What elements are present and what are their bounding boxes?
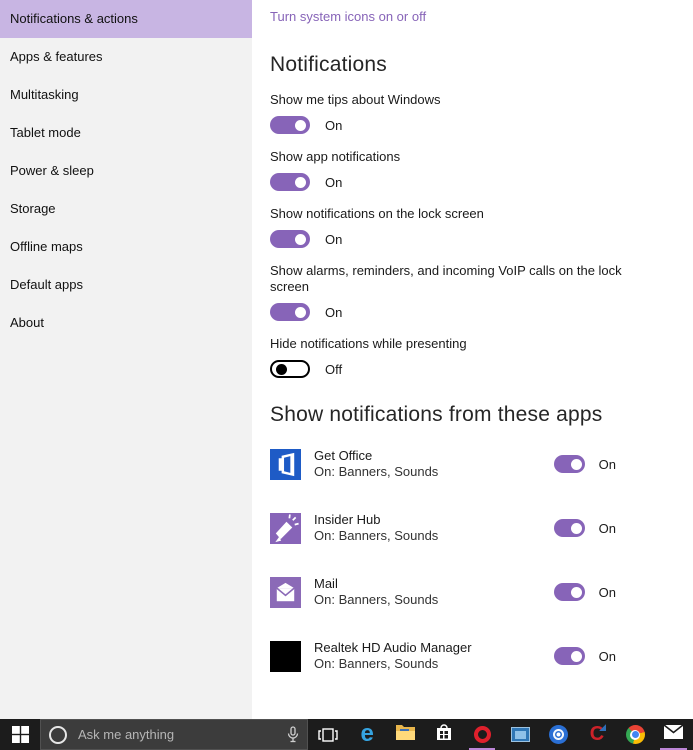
sidebar-item-notifications-actions[interactable]: Notifications & actions [0, 0, 252, 38]
taskbar-icon-store[interactable] [425, 719, 463, 750]
opera-icon [473, 726, 491, 743]
toggle-setting: Hide notifications while presenting Off [270, 336, 693, 378]
mail-taskbar-icon [663, 724, 684, 745]
toggle-label: Hide notifications while presenting [270, 336, 467, 351]
settings-sidebar: Notifications & actions Apps & features … [0, 0, 252, 719]
sidebar-item-label: Default apps [10, 277, 83, 292]
edge-icon: e [360, 720, 374, 747]
taskbar-icon-chrome[interactable] [616, 719, 654, 750]
app-toggle-state-label: On [598, 456, 616, 472]
sidebar-item-label: Tablet mode [10, 125, 81, 140]
task-view-button[interactable] [308, 719, 348, 750]
sidebar-item-apps-features[interactable]: Apps & features [0, 38, 252, 76]
sidebar-item-label: Offline maps [10, 239, 83, 254]
toggle-state-label: On [325, 117, 343, 133]
office-icon [270, 448, 301, 480]
app-detail: On: Banners, Sounds [314, 592, 439, 607]
sidebar-item-label: Apps & features [10, 49, 103, 64]
app-detail: On: Banners, Sounds [314, 528, 439, 543]
sidebar-item-tablet-mode[interactable]: Tablet mode [0, 114, 252, 152]
toggle-label: Show app notifications [270, 149, 401, 164]
store-icon [434, 722, 454, 747]
toggle-switch[interactable] [270, 360, 310, 378]
app-notification-row: Insider Hub On: Banners, Sounds On [270, 512, 693, 544]
toggle-label: Show me tips about Windows [270, 92, 441, 107]
sidebar-item-offline-maps[interactable]: Offline maps [0, 228, 252, 266]
toggle-state-label: On [325, 304, 343, 320]
taskbar-icon-mail[interactable] [654, 719, 692, 750]
sidebar-item-multitasking[interactable]: Multitasking [0, 76, 252, 114]
sidebar-item-label: Power & sleep [10, 163, 94, 178]
toggle-setting: Show app notifications On [270, 149, 693, 191]
app-toggle-switch[interactable] [553, 455, 585, 473]
sidebar-item-label: Storage [10, 201, 56, 216]
taskbar-icon-display-settings[interactable] [501, 719, 539, 750]
task-view-icon [318, 727, 338, 742]
toggle-state-label: On [325, 231, 343, 247]
megaphone-icon [270, 512, 301, 544]
ccleaner-icon: C [589, 723, 605, 745]
toggle-state-label: On [325, 174, 343, 190]
taskbar-icon-edge[interactable]: e [348, 719, 386, 750]
microphone-icon[interactable] [287, 726, 299, 743]
app-detail: On: Banners, Sounds [314, 464, 439, 479]
app-toggle-switch[interactable] [553, 583, 585, 601]
toggle-setting: Show notifications on the lock screen On [270, 206, 693, 248]
sidebar-item-label: Notifications & actions [10, 11, 138, 26]
toggle-switch[interactable] [270, 303, 310, 321]
taskbar-search[interactable] [40, 719, 308, 750]
sidebar-item-storage[interactable]: Storage [0, 190, 252, 228]
mail-app-icon [270, 576, 301, 608]
app-toggle-switch[interactable] [553, 647, 585, 665]
app-notification-row: Mail On: Banners, Sounds On [270, 576, 693, 608]
taskbar-icon-opera[interactable] [463, 719, 501, 750]
notifications-section-title: Notifications [270, 53, 387, 76]
disc-utility-icon [549, 725, 569, 744]
display-settings-icon [510, 727, 530, 742]
taskbar-icon-file-explorer[interactable] [386, 719, 424, 750]
sidebar-item-default-apps[interactable]: Default apps [0, 266, 252, 304]
toggle-setting: Show me tips about Windows On [270, 92, 693, 134]
start-button[interactable] [0, 719, 40, 750]
sidebar-item-label: Multitasking [10, 87, 79, 102]
toggle-label: Show notifications on the lock screen [270, 206, 484, 221]
app-toggle-state-label: On [598, 584, 616, 600]
app-name: Realtek HD Audio Manager [314, 640, 472, 655]
turn-system-icons-link[interactable]: Turn system icons on or off [270, 9, 426, 24]
taskbar: e C [0, 719, 693, 750]
realtek-icon [270, 640, 301, 672]
search-input[interactable] [76, 726, 283, 743]
windows-logo-icon [11, 726, 29, 743]
toggle-label: Show alarms, reminders, and incoming VoI… [270, 263, 622, 294]
cortana-circle-icon [49, 725, 67, 744]
chrome-icon [625, 725, 645, 744]
sidebar-item-label: About [10, 315, 44, 330]
app-toggle-state-label: On [598, 648, 616, 664]
app-notification-row: Get Office On: Banners, Sounds On [270, 448, 693, 480]
app-detail: On: Banners, Sounds [314, 656, 439, 671]
app-notification-row: Realtek HD Audio Manager On: Banners, So… [270, 640, 693, 672]
taskbar-icon-ccleaner[interactable]: C [578, 719, 616, 750]
app-name: Mail [314, 576, 338, 591]
apps-section-title: Show notifications from these apps [270, 403, 603, 426]
app-toggle-state-label: On [598, 520, 616, 536]
app-name: Get Office [314, 448, 373, 463]
toggle-state-label: Off [325, 361, 343, 377]
sidebar-item-power-sleep[interactable]: Power & sleep [0, 152, 252, 190]
app-name: Insider Hub [314, 512, 381, 527]
toggle-setting: Show alarms, reminders, and incoming VoI… [270, 263, 693, 321]
app-toggle-switch[interactable] [553, 519, 585, 537]
toggle-switch[interactable] [270, 116, 310, 134]
settings-content: Turn system icons on or off Notification… [252, 0, 693, 719]
taskbar-icon-disc-utility[interactable] [539, 719, 577, 750]
toggle-switch[interactable] [270, 230, 310, 248]
toggle-switch[interactable] [270, 173, 310, 191]
sidebar-item-about[interactable]: About [0, 304, 252, 342]
file-explorer-icon [395, 723, 416, 746]
